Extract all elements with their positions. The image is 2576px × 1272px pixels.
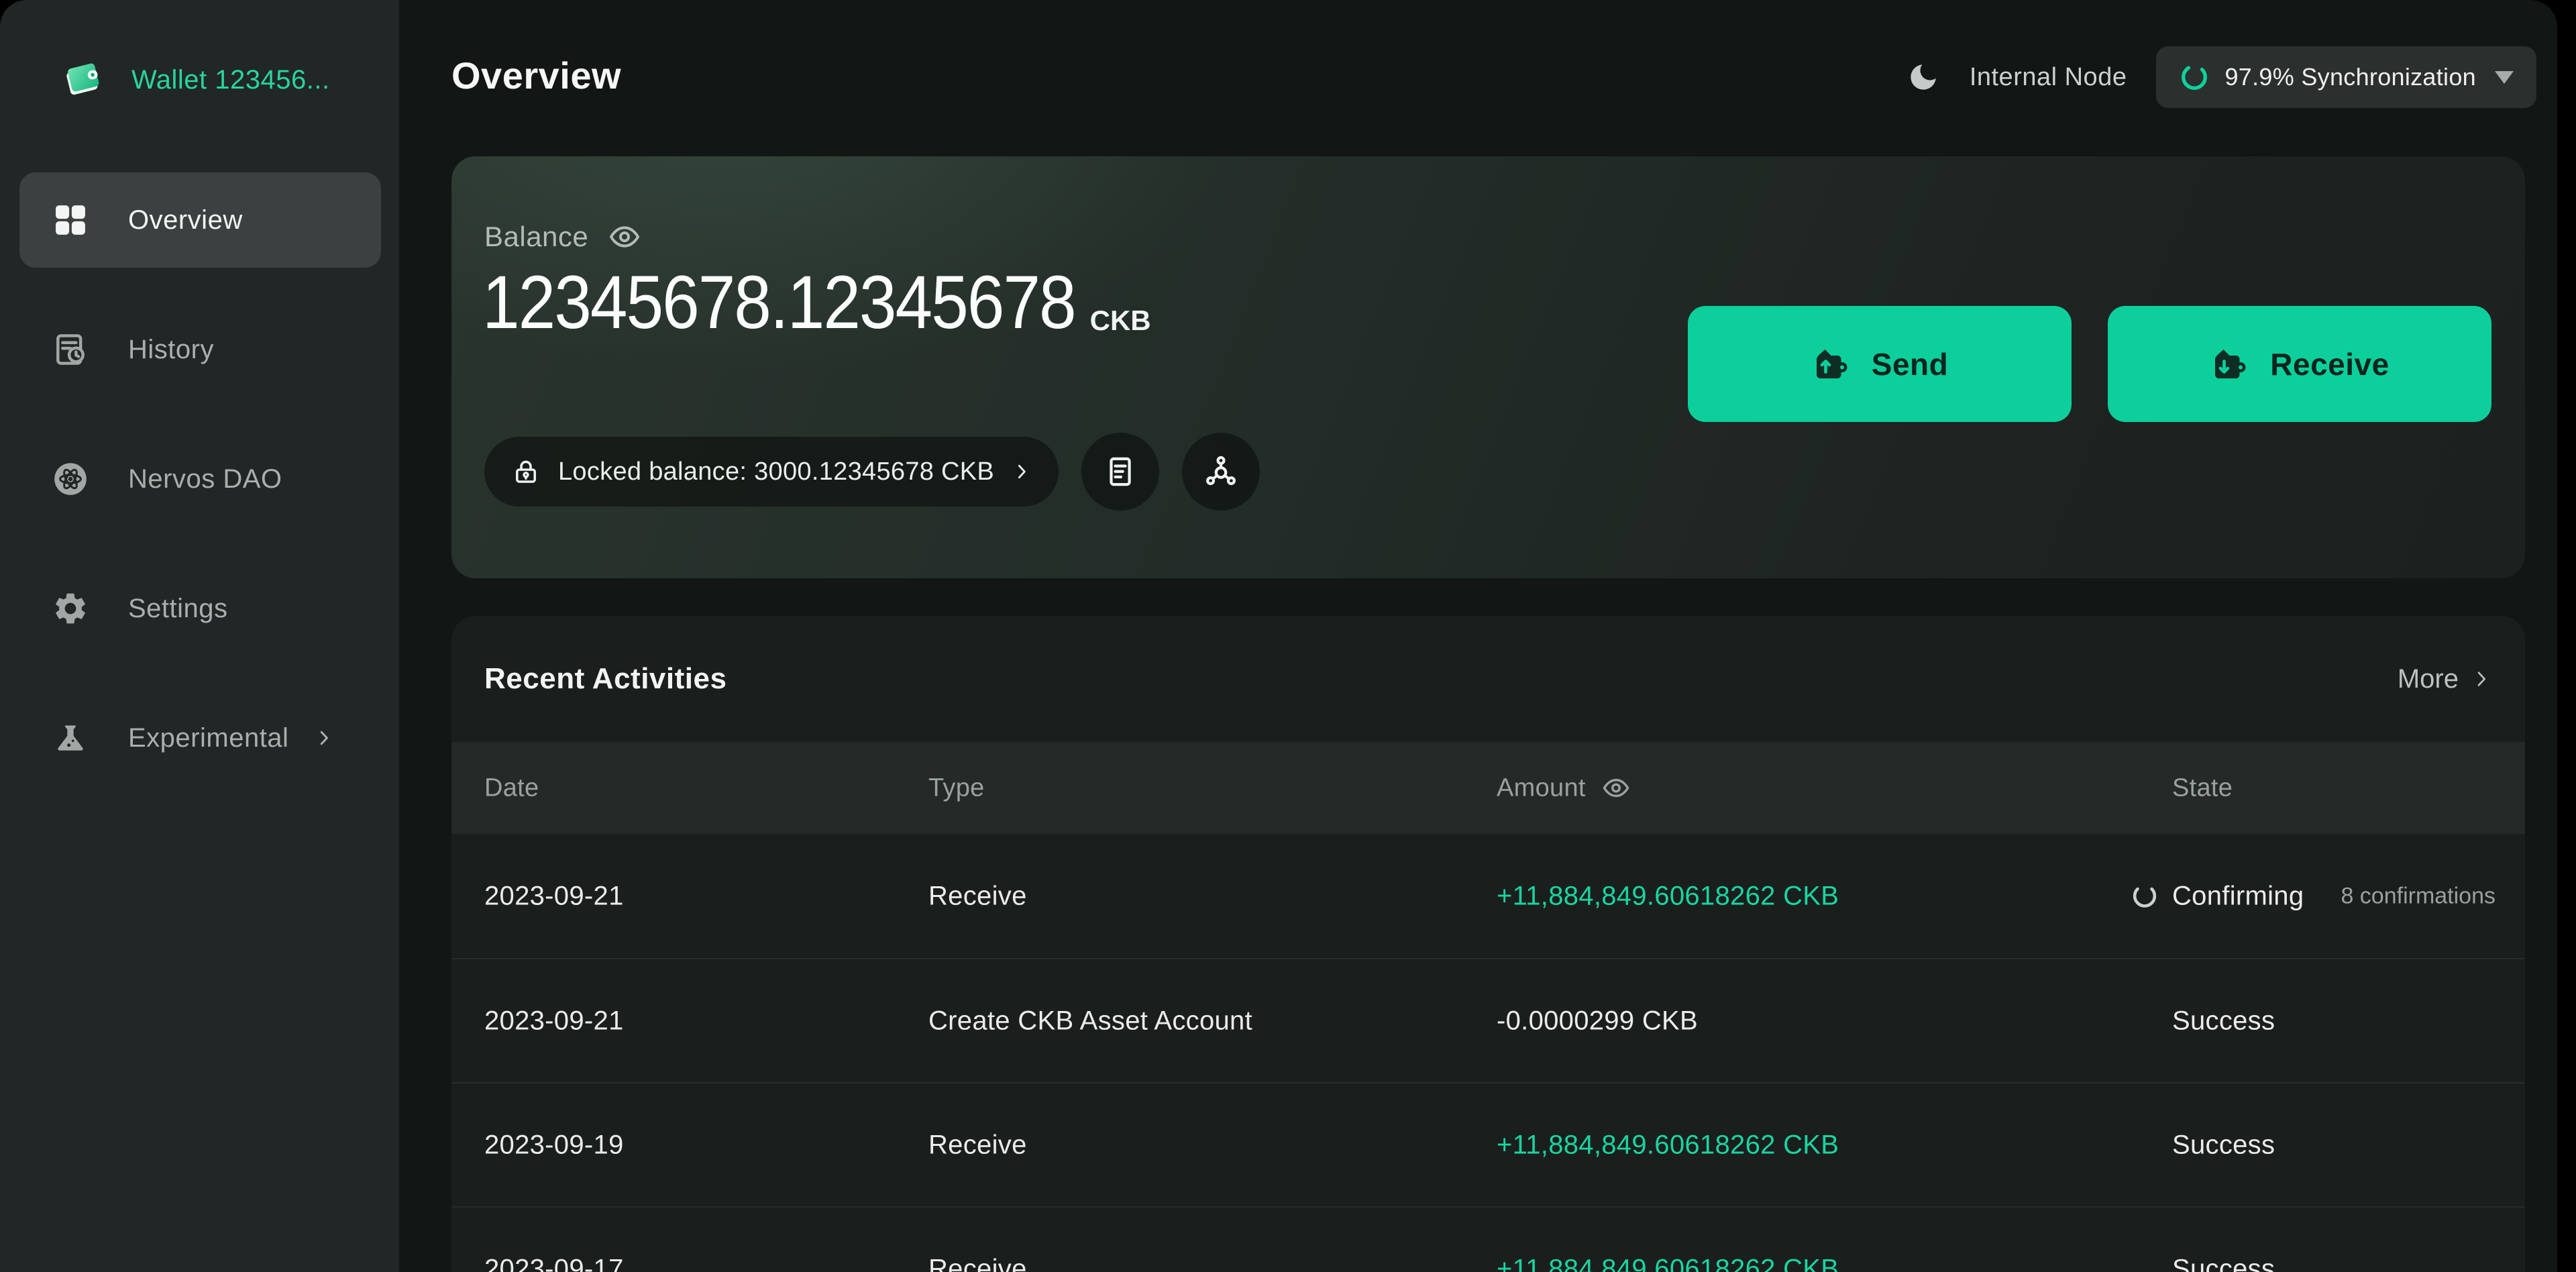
cell-management-button[interactable]	[1182, 433, 1260, 511]
node-label: Internal Node	[1970, 63, 2127, 92]
table-row[interactable]: 2023-09-21 Receive +11,884,849.60618262 …	[451, 834, 2525, 958]
sidebar-item-label: Experimental	[128, 723, 288, 753]
balance-value: 12345678.12345678	[482, 260, 1075, 346]
dark-mode-toggle[interactable]	[1907, 60, 1940, 94]
balance-unit: CKB	[1090, 305, 1151, 337]
wallet-icon	[60, 58, 105, 102]
chevron-right-icon	[1012, 462, 1032, 482]
gear-icon	[50, 588, 91, 629]
column-header-amount: Amount	[1497, 774, 1630, 802]
sidebar-item-overview[interactable]: Overview	[19, 172, 381, 268]
locked-balance-label: Locked balance: 3000.12345678 CKB	[558, 458, 994, 486]
activity-type: Create CKB Asset Account	[928, 1006, 1252, 1036]
document-icon	[1102, 453, 1139, 490]
confirmations-note: 8 confirmations	[2341, 883, 2496, 909]
balance-card: Balance 12345678.12345678 CKB	[451, 156, 2525, 578]
column-header-state: State	[2172, 774, 2233, 802]
send-button-label: Send	[1872, 346, 1948, 382]
eye-icon	[608, 221, 641, 253]
lock-icon	[511, 457, 541, 486]
molecule-icon	[1202, 453, 1240, 490]
sidebar-item-history[interactable]: History	[19, 302, 381, 397]
amount-visibility-toggle[interactable]	[1602, 774, 1630, 802]
wallet-send-icon	[1811, 344, 1851, 384]
table-row[interactable]: 2023-09-21 Create CKB Asset Account -0.0…	[451, 958, 2525, 1082]
activity-amount: +11,884,849.60618262 CKB	[1497, 1130, 1839, 1160]
topbar-controls: Internal Node 97.9% Synchronization	[1907, 46, 2536, 108]
receive-button-label: Receive	[2270, 346, 2389, 382]
confirming-spinner-icon	[2131, 882, 2159, 910]
table-row[interactable]: 2023-09-17 Receive +11,884,849.60618262 …	[451, 1206, 2525, 1272]
table-row[interactable]: 2023-09-19 Receive +11,884,849.60618262 …	[451, 1082, 2525, 1206]
more-label: More	[2398, 664, 2459, 694]
activity-type: Receive	[928, 1254, 1027, 1272]
page-title: Overview	[451, 54, 621, 97]
activity-state: Success	[2172, 1254, 2275, 1272]
activity-type: Receive	[928, 881, 1027, 911]
activities-title: Recent Activities	[484, 662, 727, 696]
activity-date: 2023-09-21	[484, 1006, 624, 1036]
column-header-date: Date	[484, 774, 539, 802]
eye-icon	[1602, 774, 1630, 802]
moon-icon	[1907, 60, 1940, 94]
activity-amount: +11,884,849.60618262 CKB	[1497, 881, 1839, 911]
sidebar: Wallet 123456... Overview	[0, 0, 399, 1272]
sidebar-item-label: Overview	[128, 205, 243, 235]
sync-status-dropdown[interactable]: 97.9% Synchronization	[2156, 46, 2536, 108]
grid-icon	[50, 200, 91, 240]
transaction-details-button[interactable]	[1081, 433, 1159, 511]
wallet-name: Wallet 123456...	[131, 65, 330, 95]
sidebar-item-label: Settings	[128, 594, 228, 624]
history-icon	[50, 329, 91, 370]
sync-spinner-icon	[2179, 62, 2210, 93]
activity-date: 2023-09-19	[484, 1130, 624, 1160]
locked-balance-button[interactable]: Locked balance: 3000.12345678 CKB	[484, 437, 1059, 507]
caret-down-icon	[2495, 71, 2514, 84]
column-header-type: Type	[928, 774, 985, 802]
activity-date: 2023-09-17	[484, 1254, 624, 1272]
sidebar-item-label: Nervos DAO	[128, 464, 282, 494]
balance-label: Balance	[484, 221, 588, 253]
activity-amount: +11,884,849.60618262 CKB	[1497, 1254, 1839, 1272]
sync-label: 97.9% Synchronization	[2224, 63, 2476, 91]
wallet-receive-icon	[2210, 344, 2250, 384]
sidebar-item-experimental[interactable]: Experimental	[19, 690, 381, 786]
send-button[interactable]: Send	[1688, 306, 2072, 422]
atom-icon	[50, 459, 91, 499]
activity-state: Confirming	[2131, 881, 2304, 911]
sidebar-nav: Overview History	[19, 172, 381, 820]
chevron-right-icon	[314, 728, 334, 748]
receive-button[interactable]: Receive	[2108, 306, 2491, 422]
recent-activities-card: Recent Activities More Date Type Amount	[451, 616, 2525, 1272]
balance-value-row: 12345678.12345678 CKB	[482, 269, 1151, 346]
wallet-selector[interactable]: Wallet 123456...	[60, 58, 330, 102]
balance-visibility-toggle[interactable]	[608, 221, 641, 253]
sidebar-item-settings[interactable]: Settings	[19, 561, 381, 656]
sidebar-item-nervos-dao[interactable]: Nervos DAO	[19, 431, 381, 527]
app-window: Wallet 123456... Overview	[0, 0, 2557, 1272]
more-link[interactable]: More	[2398, 664, 2492, 694]
chevron-right-icon	[2471, 668, 2492, 690]
table-header: Date Type Amount State	[451, 742, 2525, 834]
sidebar-item-label: History	[128, 335, 214, 365]
activity-date: 2023-09-21	[484, 881, 624, 911]
activity-state: Success	[2172, 1130, 2275, 1160]
flask-icon	[50, 718, 91, 758]
main-area: Overview Internal Node 97.9% Synchroniza…	[399, 0, 2557, 1272]
activity-amount: -0.0000299 CKB	[1497, 1006, 1698, 1036]
activity-type: Receive	[928, 1130, 1027, 1160]
activity-state: Success	[2172, 1006, 2275, 1036]
